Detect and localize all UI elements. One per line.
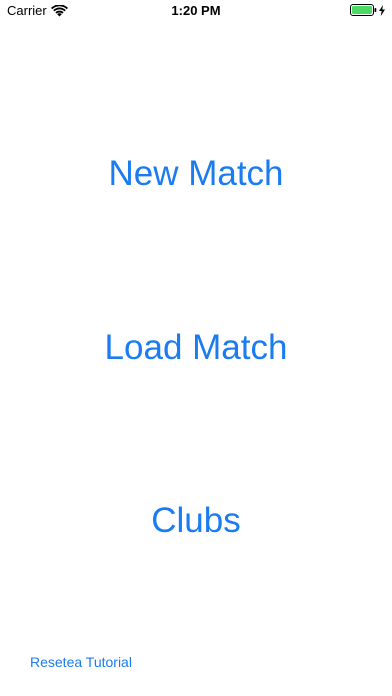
status-bar: Carrier 1:20 PM: [0, 0, 392, 22]
new-match-button[interactable]: New Match: [0, 152, 392, 196]
load-match-button[interactable]: Load Match: [0, 326, 392, 370]
status-time: 1:20 PM: [171, 3, 221, 18]
reset-tutorial-button[interactable]: Resetea Tutorial: [30, 653, 132, 671]
charging-bolt-icon: [379, 4, 385, 16]
battery-icon: [350, 4, 377, 16]
battery-group: [350, 4, 385, 16]
clubs-button[interactable]: Clubs: [0, 499, 392, 543]
